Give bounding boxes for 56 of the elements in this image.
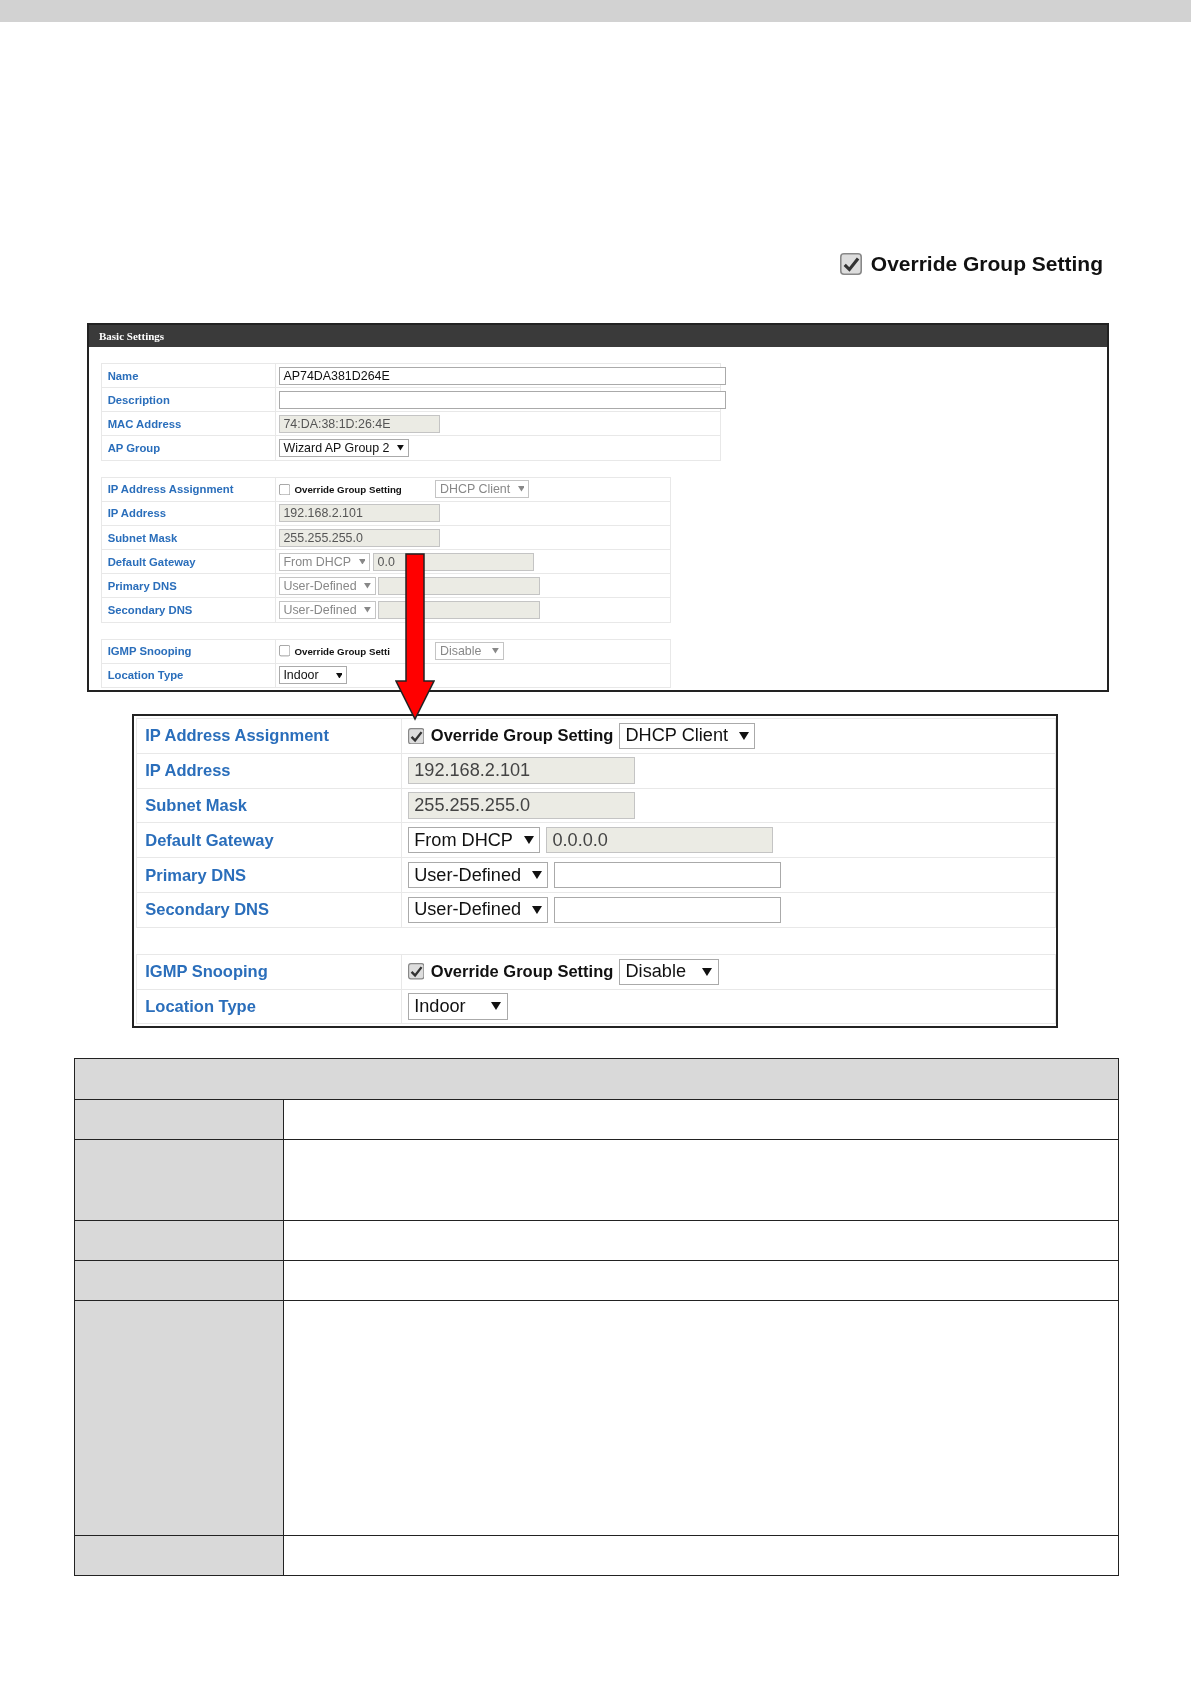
field-label: IP Address (102, 501, 276, 525)
input-field[interactable]: AP74DA381D264E (278, 366, 727, 385)
field-label: Secondary DNS (102, 598, 276, 622)
dropdown[interactable]: Indoor (278, 666, 348, 685)
field-label: Primary DNS (102, 574, 276, 598)
checkbox-label: Override Group Setting (294, 483, 403, 495)
field-label: Default Gateway (102, 550, 276, 574)
input-field[interactable] (554, 896, 781, 923)
field-label: Subnet Mask (102, 525, 276, 550)
field-label: IGMP Snooping (102, 639, 276, 663)
dropdown[interactable]: From DHCP (407, 827, 541, 854)
caret-icon (738, 731, 749, 740)
caret-icon (517, 486, 525, 492)
field-label: MAC Address (102, 412, 276, 436)
caret-icon (531, 905, 542, 914)
caret-icon (492, 648, 499, 654)
checkbox[interactable] (407, 727, 425, 745)
input-field[interactable] (278, 390, 727, 409)
checkbox[interactable] (407, 963, 425, 980)
field-label: AP Group (102, 436, 276, 460)
caret-icon (358, 558, 366, 565)
field-label: Default Gateway (137, 823, 402, 858)
dropdown[interactable]: DHCP Client (619, 722, 756, 749)
field-label: Description (102, 388, 276, 412)
caret-icon (491, 1002, 502, 1011)
field-label: Location Type (102, 663, 276, 687)
field-label: IP Address Assignment (102, 477, 276, 501)
field-label: IGMP Snooping (137, 954, 402, 989)
dropdown[interactable]: User-Defined (407, 896, 549, 923)
caret-icon (364, 583, 371, 589)
checkbox-label: Override Group Setting (430, 962, 614, 982)
dropdown[interactable]: Indoor (407, 993, 508, 1020)
caret-icon (364, 607, 371, 613)
panel-title: Basic Settings (89, 325, 1107, 347)
checkbox-label: Override Group Setting (430, 726, 614, 746)
dropdown[interactable]: Wizard AP Group 2 (278, 439, 409, 458)
field-label: Secondary DNS (137, 892, 402, 927)
input-field[interactable] (554, 861, 781, 889)
caret-icon (396, 445, 404, 451)
caret-icon (531, 870, 542, 880)
caret-icon (702, 967, 713, 976)
dropdown[interactable]: User-Defined (407, 861, 549, 889)
caret-icon (523, 836, 534, 845)
checkbox-label: Override Group Setting (870, 252, 1103, 276)
field-label: Primary DNS (137, 858, 402, 892)
checkbox-label: Override Group Setti (294, 645, 391, 657)
field-label: IP Address Assignment (137, 718, 402, 753)
checkbox[interactable] (278, 483, 290, 495)
dropdown[interactable]: Disable (619, 958, 719, 985)
field-label: Subnet Mask (137, 788, 402, 823)
checkbox[interactable] (278, 645, 290, 657)
field-label: Location Type (137, 989, 402, 1024)
caret-icon (335, 672, 343, 679)
field-label: Name (102, 364, 276, 388)
checkbox[interactable] (840, 253, 863, 275)
field-label: IP Address (137, 753, 402, 788)
